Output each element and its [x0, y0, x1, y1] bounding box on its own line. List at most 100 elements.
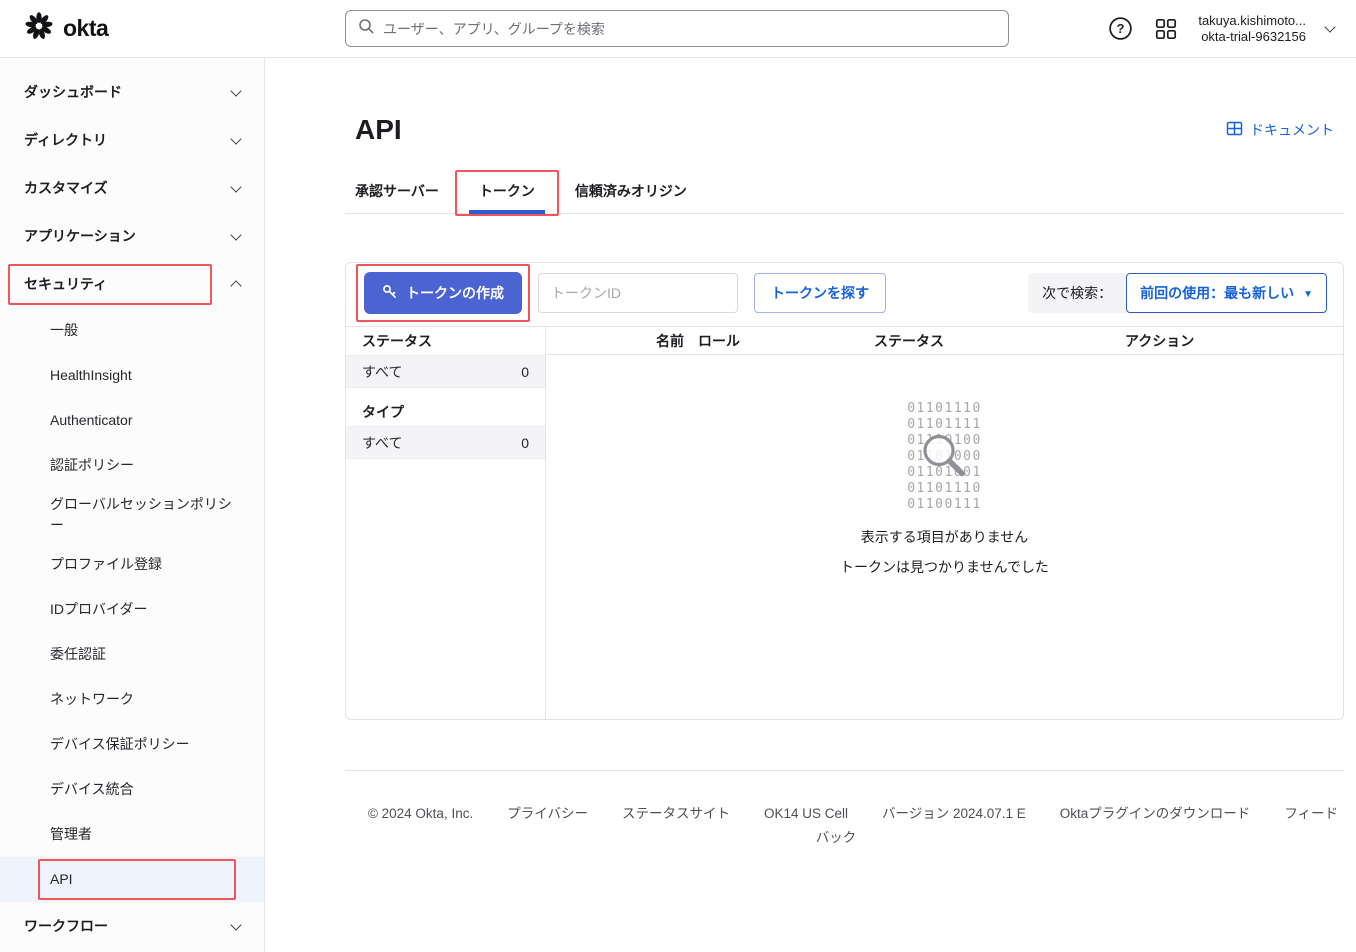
- sort-control: 次で検索： 前回の使用：最も新しい ▼: [1028, 273, 1327, 313]
- column-header-role: ロール: [698, 331, 740, 351]
- sidebar-subitem-label: 認証ポリシー: [50, 455, 134, 476]
- type-filter-group: タイプ すべて 0: [346, 398, 545, 459]
- sidebar-subitem-label: 一般: [50, 320, 78, 341]
- footer-link-plugin-download[interactable]: Oktaプラグインのダウンロード: [1060, 806, 1251, 821]
- caret-down-icon: ▼: [1303, 289, 1313, 300]
- sidebar-item-label: ワークフロー: [24, 916, 108, 936]
- column-header-actions: アクション: [1125, 331, 1194, 351]
- column-header-status: ステータス: [874, 331, 944, 351]
- sidebar-item-device-integrations[interactable]: デバイス統合: [0, 767, 264, 812]
- brand-wordmark: okta: [63, 15, 108, 42]
- sidebar-item-administrators[interactable]: 管理者: [0, 812, 264, 857]
- sort-dropdown[interactable]: 前回の使用：最も新しい ▼: [1126, 273, 1327, 313]
- app-switcher-icon[interactable]: [1154, 17, 1178, 41]
- filter-panel: ステータス すべて 0 タイプ すべて 0: [346, 327, 546, 719]
- user-menu[interactable]: takuya.kishimoto... okta-trial-9632156: [1198, 13, 1306, 45]
- create-token-button[interactable]: トークンの作成: [364, 272, 522, 314]
- svg-text:?: ?: [1117, 21, 1125, 36]
- security-submenu: 一般 HealthInsight Authenticator 認証ポリシー グロ…: [0, 308, 264, 902]
- empty-state-title: 表示する項目がありません: [546, 527, 1343, 547]
- sidebar-item-general[interactable]: 一般: [0, 308, 264, 353]
- chevron-down-icon[interactable]: [1324, 21, 1335, 32]
- find-token-button[interactable]: トークンを探す: [754, 273, 886, 313]
- filter-count: 0: [521, 435, 529, 451]
- chevron-down-icon: [230, 181, 241, 192]
- sidebar-subitem-label: Authenticator: [50, 410, 133, 431]
- sidebar-item-label: ダッシュボード: [24, 82, 122, 102]
- token-id-input[interactable]: [538, 273, 738, 313]
- status-filter-group: ステータス すべて 0: [346, 327, 545, 388]
- sidebar-item-delegated-auth[interactable]: 委任認証: [0, 632, 264, 677]
- chevron-down-icon: [230, 229, 241, 240]
- sidebar-item-networks[interactable]: ネットワーク: [0, 677, 264, 722]
- sidebar-item-auth-policies[interactable]: 認証ポリシー: [0, 443, 264, 488]
- sidebar-subitem-label: グローバルセッションポリシー: [50, 494, 240, 536]
- filter-label: すべて: [362, 433, 402, 453]
- sidebar-item-label: ディレクトリ: [24, 130, 107, 150]
- help-icon[interactable]: ?: [1107, 15, 1134, 42]
- status-filter-all[interactable]: すべて 0: [346, 355, 545, 388]
- chevron-down-icon: [230, 85, 241, 96]
- footer-version: バージョン 2024.07.1 E: [882, 806, 1026, 821]
- main-area: API ドキュメント 承認サーバー トークン 信頼済みオリジン: [265, 58, 1356, 952]
- copyright: © 2024 Okta, Inc.: [368, 806, 473, 821]
- create-token-button-label: トークンの作成: [406, 283, 504, 303]
- tab-trusted-origins[interactable]: 信頼済みオリジン: [565, 169, 697, 213]
- sidebar-item-directory[interactable]: ディレクトリ: [0, 116, 264, 164]
- type-filter-header: タイプ: [346, 398, 545, 426]
- chevron-down-icon: [230, 919, 241, 930]
- chevron-down-icon: [230, 133, 241, 144]
- sidebar-subitem-label: デバイス保証ポリシー: [50, 734, 190, 755]
- footer-link-status-site[interactable]: ステータスサイト: [622, 806, 730, 821]
- sidebar-item-global-session-policy[interactable]: グローバルセッションポリシー: [0, 488, 264, 542]
- search-input[interactable]: [383, 21, 996, 37]
- type-filter-all[interactable]: すべて 0: [346, 426, 545, 459]
- documentation-link[interactable]: ドキュメント: [1226, 120, 1334, 140]
- sidebar-item-device-assurance[interactable]: デバイス保証ポリシー: [0, 722, 264, 767]
- empty-state-subtitle: トークンは見つかりませんでした: [546, 557, 1343, 577]
- sidebar-item-security[interactable]: セキュリティ: [0, 260, 264, 308]
- page-title: API: [355, 114, 402, 146]
- user-org: okta-trial-9632156: [1198, 29, 1306, 45]
- tab-tokens[interactable]: トークン: [469, 169, 545, 213]
- sort-dropdown-value: 前回の使用：最も新しい: [1140, 283, 1294, 303]
- sidebar-subitem-label: プロファイル登録: [50, 554, 162, 575]
- search-by-label: 次で検索：: [1028, 273, 1126, 313]
- okta-logo[interactable]: okta: [0, 11, 108, 46]
- sidebar: ダッシュボード ディレクトリ カスタマイズ アプリケーション セキュリティ 一般…: [0, 58, 265, 952]
- footer-link-privacy[interactable]: プライバシー: [507, 806, 588, 821]
- sidebar-subitem-label: IDプロバイダー: [50, 599, 147, 620]
- sidebar-item-label: カスタマイズ: [24, 178, 108, 198]
- tokens-table: 名前 ロール ステータス アクション 01101110 01101111 011…: [546, 327, 1343, 719]
- filter-label: すべて: [362, 362, 402, 382]
- binary-line: 01101110: [907, 401, 982, 417]
- okta-admin-page: { "colors": { "accent": "#1662dd", "prim…: [0, 0, 1356, 952]
- sidebar-subitem-label: 管理者: [50, 824, 92, 845]
- top-bar: okta ? takuya.kishimoto... okt: [0, 0, 1356, 58]
- documentation-link-label: ドキュメント: [1250, 120, 1334, 140]
- sidebar-item-customize[interactable]: カスタマイズ: [0, 164, 264, 212]
- sidebar-item-dashboard[interactable]: ダッシュボード: [0, 68, 264, 116]
- sidebar-item-api[interactable]: API: [0, 857, 264, 902]
- binary-art: 01101110 01101111 01110100 01101000 0110…: [907, 401, 982, 513]
- sidebar-item-applications[interactable]: アプリケーション: [0, 212, 264, 260]
- sidebar-item-authenticator[interactable]: Authenticator: [0, 398, 264, 443]
- sidebar-item-workflow[interactable]: ワークフロー: [0, 902, 264, 950]
- sidebar-subitem-label: API: [50, 869, 73, 890]
- global-search[interactable]: [345, 10, 1009, 47]
- sidebar-item-identity-providers[interactable]: IDプロバイダー: [0, 587, 264, 632]
- sidebar-item-profile-enrollment[interactable]: プロファイル登録: [0, 542, 264, 587]
- sidebar-subitem-label: ネットワーク: [50, 689, 134, 710]
- tokens-toolbar: トークンの作成 トークンを探す 次で検索： 前回の使用：最も新しい ▼: [346, 263, 1343, 326]
- tokens-panel: トークンの作成 トークンを探す 次で検索： 前回の使用：最も新しい ▼ ステータ…: [345, 262, 1344, 720]
- sidebar-item-label: セキュリティ: [24, 274, 107, 294]
- status-filter-header: ステータス: [346, 327, 545, 355]
- tab-authorization-servers[interactable]: 承認サーバー: [345, 169, 449, 213]
- sidebar-item-healthinsight[interactable]: HealthInsight: [0, 353, 264, 398]
- sidebar-subitem-label: デバイス統合: [50, 779, 134, 800]
- user-name: takuya.kishimoto...: [1198, 13, 1306, 29]
- column-header-name: 名前: [656, 331, 684, 351]
- binary-line: 01100111: [907, 497, 982, 513]
- sidebar-subitem-label: HealthInsight: [50, 365, 132, 386]
- magnifier-icon: [918, 430, 972, 489]
